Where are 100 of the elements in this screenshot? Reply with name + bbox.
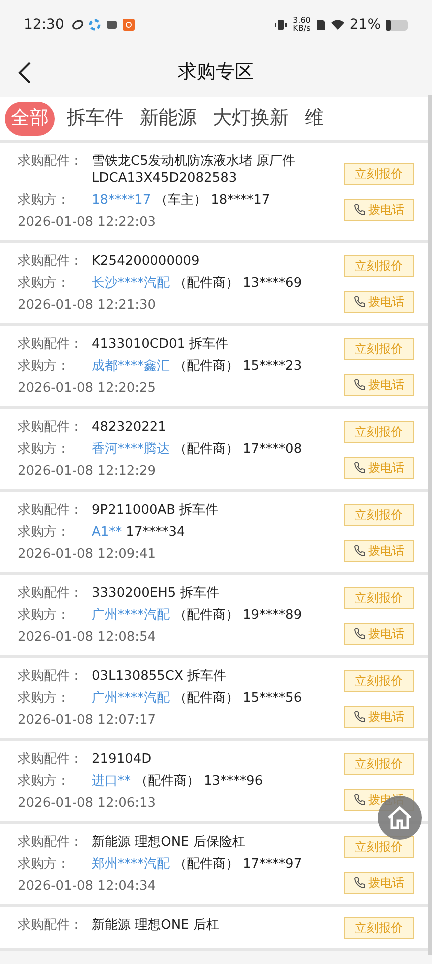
call-button[interactable]: 拨电话 [344,290,414,312]
buyer-link[interactable]: 长沙****汽配 [92,275,170,292]
field-label: 求购方： [18,690,71,707]
category-tab[interactable]: 大灯换新 [209,102,293,136]
buyer-role: （配件商） [174,607,239,624]
buyer-link[interactable]: 成都****鑫汇 [92,358,170,375]
battery-icon [386,20,408,30]
timestamp: 2026-01-08 12:07:17 [18,712,158,729]
field-label: 求购配件： [18,336,84,353]
buyer-role: （配件商） [135,773,200,790]
category-tab[interactable]: 全部 [5,102,55,136]
category-tab[interactable]: 拆车件 [63,102,128,136]
app-icon [72,19,84,31]
field-label: 求购配件： [18,917,84,934]
field-label: 求购配件： [18,834,84,851]
phone-icon [354,462,366,474]
call-button[interactable]: 拨电话 [344,199,414,221]
quote-button[interactable]: 立刻报价 [344,836,414,858]
timestamp: 2026-01-08 12:04:34 [18,878,158,895]
field-label: 求购配件： [18,668,84,685]
field-label: 求购配件： [18,751,84,768]
timestamp: 2026-01-08 12:09:41 [18,546,158,563]
quote-button[interactable]: 立刻报价 [344,504,414,526]
buyer-role: （配件商） [174,856,239,873]
app-icon [123,19,136,31]
field-label: 求购方： [18,856,71,873]
app-icon [106,19,118,31]
phone-number: 13****69 [243,275,302,292]
part-name: 9P211000AB 拆车件 [92,502,220,519]
field-label: 求购方： [18,441,71,458]
call-button[interactable]: 拨电话 [344,540,414,562]
quote-button[interactable]: 立刻报价 [344,420,414,442]
buyer-link[interactable]: 香河****腾达 [92,441,170,458]
net-speed: 3.60 [293,17,311,25]
phone-number: 17****34 [126,524,186,541]
buyer-link[interactable]: 18****17 [92,192,152,209]
quote-button[interactable]: 立刻报价 [344,163,414,185]
back-icon[interactable] [18,62,32,84]
quote-button[interactable]: 立刻报价 [344,586,414,608]
phone-number: 19****89 [243,607,302,624]
quote-button[interactable]: 立刻报价 [344,338,414,360]
phone-icon [354,876,366,888]
quote-button[interactable]: 立刻报价 [344,917,414,939]
phone-icon [354,296,366,308]
app-icon [89,19,102,31]
quote-button[interactable]: 立刻报价 [344,254,414,276]
buyer-role: （配件商） [174,358,239,375]
call-button[interactable]: 拨电话 [344,622,414,644]
phone-number: 15****56 [243,690,302,707]
sim-icon [316,19,326,31]
field-label: 求购方： [18,607,71,624]
part-name: 03L130855CX 拆车件 [92,668,228,685]
field-label: 求购方： [18,192,71,209]
field-label: 求购方： [18,358,71,375]
buyer-role: （车主） [155,192,208,209]
part-name: 新能源 理想ONE 后杠 [92,917,220,934]
phone-number: 18****17 [211,192,270,209]
field-label: 求购方： [18,524,71,541]
part-name: 482320221 [92,419,168,436]
buyer-role: （配件商） [174,690,239,707]
timestamp: 2026-01-08 12:08:54 [18,629,158,646]
page-title: 求购专区 [178,60,254,86]
buyer-link[interactable]: 进口** [92,773,131,790]
buyer-link[interactable]: 郑州****汽配 [92,856,170,873]
phone-icon [354,204,366,216]
net-unit: KB/s [293,25,311,33]
timestamp: 2026-01-08 12:21:30 [18,297,158,314]
phone-number: 17****97 [243,856,302,873]
wifi-icon [330,19,345,31]
phone-number: 17****08 [243,441,302,458]
phone-number: 15****23 [243,358,302,375]
part-name: 219104D [92,751,153,768]
part-name: 新能源 理想ONE 后保险杠 [92,834,246,851]
field-label: 求购配件： [18,585,84,602]
timestamp: 2026-01-08 12:20:25 [18,380,158,397]
field-label: 求购配件： [18,153,84,171]
part-name: 雪铁龙C5发动机防冻液水堵 原厂件 LDCA13X45D2082583 [92,153,296,187]
quote-button[interactable]: 立刻报价 [344,752,414,774]
buyer-role: （配件商） [174,275,239,292]
quote-button[interactable]: 立刻报价 [344,670,414,692]
call-button[interactable]: 拨电话 [344,706,414,728]
field-label: 求购方： [18,773,71,790]
vibrate-icon [274,19,288,31]
timestamp: 2026-01-08 12:06:13 [18,795,158,812]
timestamp: 2026-01-08 12:12:29 [18,463,158,480]
part-name: 4133010CD01 拆车件 [92,336,230,353]
category-tab[interactable]: 新能源 [136,102,201,136]
phone-icon [354,544,366,556]
phone-icon [354,710,366,722]
buyer-link[interactable]: 广州****汽配 [92,690,170,707]
buyer-link[interactable]: 广州****汽配 [92,607,170,624]
part-name: 3330200EH5 拆车件 [92,585,220,602]
buyer-link[interactable]: A1** [92,524,122,541]
field-label: 求购配件： [18,419,84,436]
call-button[interactable]: 拨电话 [344,872,414,894]
call-button[interactable]: 拨电话 [344,374,414,396]
call-button[interactable]: 拨电话 [344,456,414,478]
phone-icon [354,378,366,390]
field-label: 求购配件： [18,253,84,270]
category-tab[interactable]: 维 [301,102,328,136]
